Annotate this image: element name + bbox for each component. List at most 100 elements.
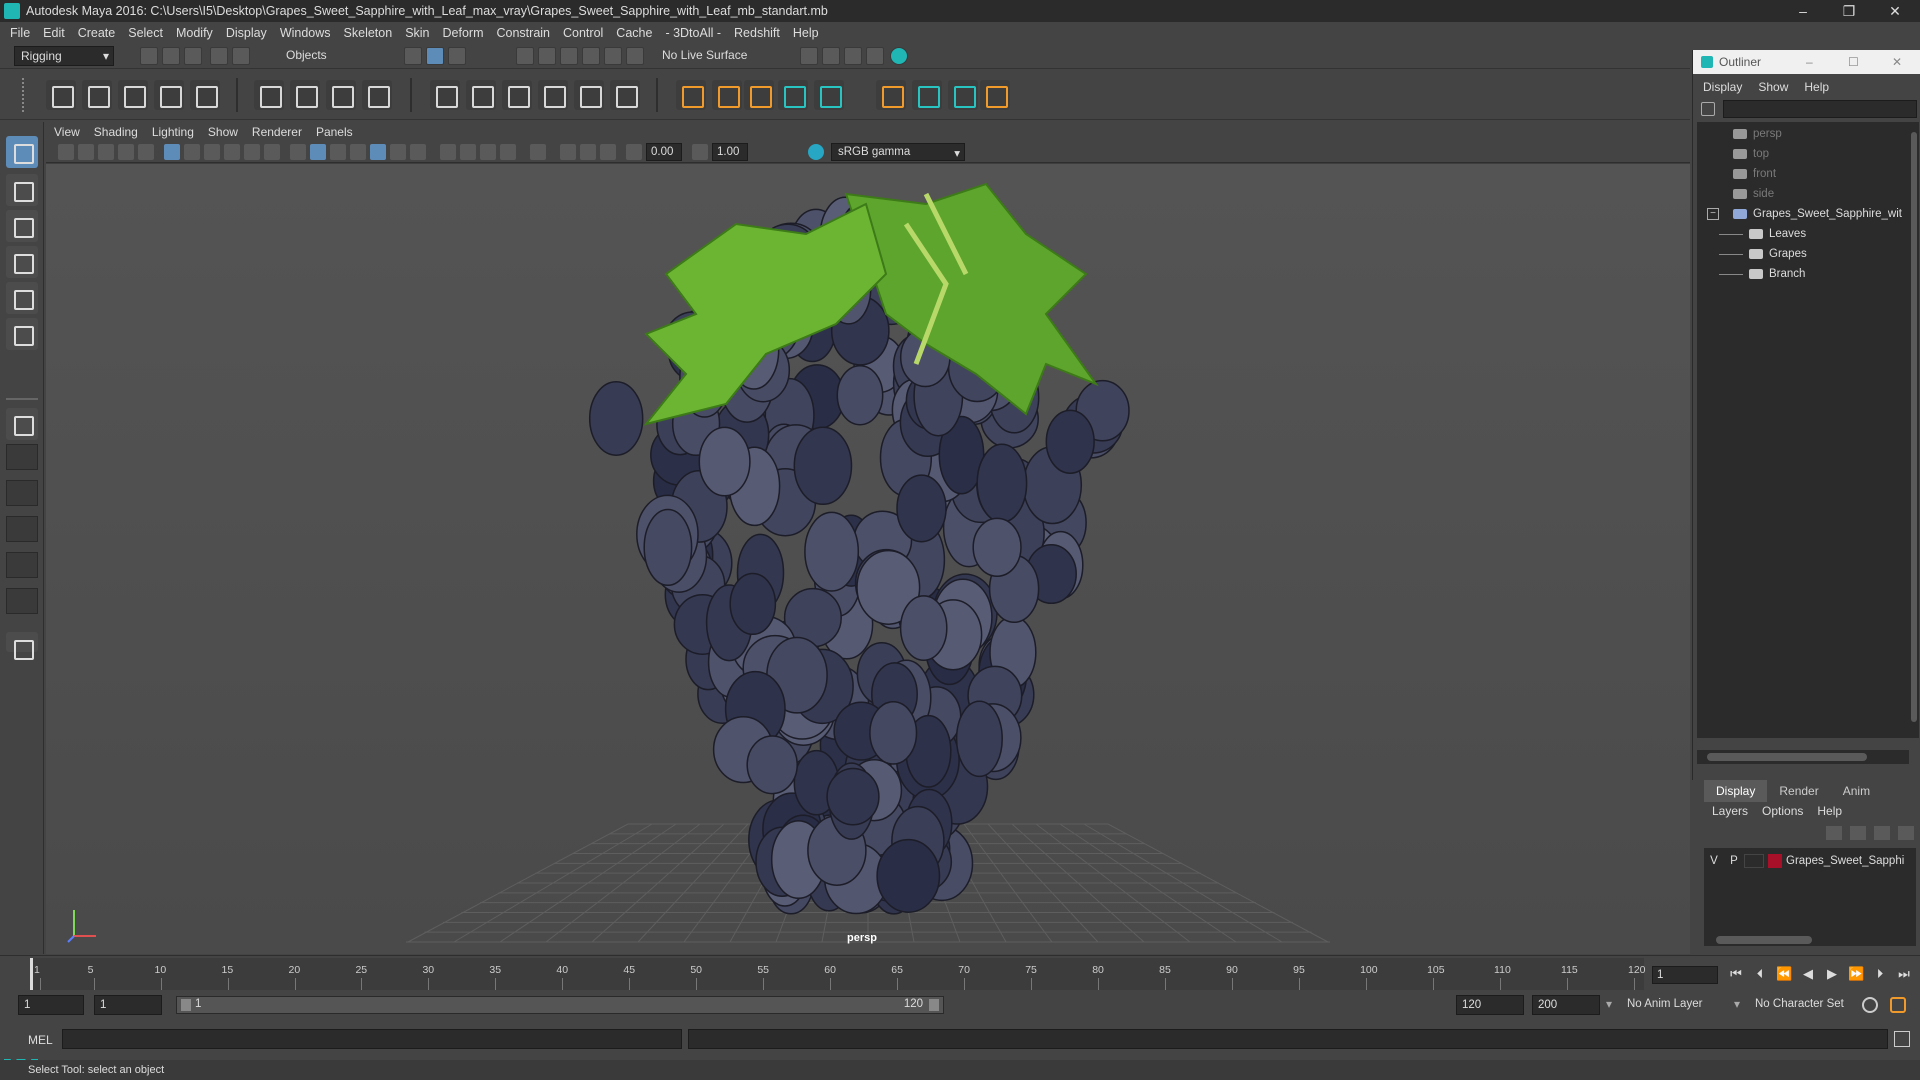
outliner-vscrollbar[interactable] [1909, 122, 1919, 738]
command-input[interactable] [62, 1029, 682, 1049]
select-component-icon[interactable] [448, 47, 466, 65]
menu-constrain[interactable]: Constrain [497, 26, 551, 40]
custom-layout-icon[interactable] [6, 588, 38, 614]
outliner-item[interactable]: front [1697, 164, 1909, 184]
range-start-handle[interactable] [181, 999, 191, 1011]
selection-mode-selector[interactable]: Objects [280, 46, 380, 66]
range-slider[interactable]: 1 120 [176, 996, 944, 1014]
play-backwards-icon[interactable]: ◀ [1800, 966, 1816, 982]
snap-point-icon[interactable] [560, 47, 578, 65]
snap-surface-icon[interactable] [604, 47, 622, 65]
maya-m-icon[interactable] [948, 80, 978, 110]
menu-windows[interactable]: Windows [280, 26, 331, 40]
range-end-handle[interactable] [929, 999, 939, 1011]
xray-joints-icon[interactable] [480, 144, 496, 160]
wireframe-on-shaded-icon[interactable] [330, 144, 346, 160]
playback-start-field[interactable]: 1 [94, 995, 162, 1015]
panel-menu-show[interactable]: Show [208, 125, 238, 139]
locator-icon[interactable] [676, 80, 706, 110]
start-time-field[interactable]: 1 [18, 995, 84, 1015]
snap-curve-icon[interactable] [538, 47, 556, 65]
lattice-icon[interactable] [326, 80, 356, 110]
orient-constraint-icon[interactable] [502, 80, 532, 110]
scroll-thumb[interactable] [1911, 132, 1917, 722]
maya-script-icon[interactable] [814, 80, 844, 110]
outliner-item[interactable]: top [1697, 144, 1909, 164]
outliner-menu-show[interactable]: Show [1758, 80, 1788, 94]
bind-skin-icon[interactable] [254, 80, 284, 110]
cluster-icon[interactable] [362, 80, 392, 110]
four-view-layout-icon[interactable] [6, 444, 38, 470]
panel-menu-panels[interactable]: Panels [316, 125, 353, 139]
xray-active-icon[interactable] [460, 144, 476, 160]
move-layer-up-icon[interactable] [1826, 826, 1842, 840]
hypershade-layout-icon[interactable] [6, 552, 38, 578]
color-management-icon[interactable] [808, 144, 824, 160]
control-curve-icon[interactable] [744, 80, 774, 110]
mirror-joint-icon[interactable] [154, 80, 184, 110]
xray-icon[interactable] [440, 144, 456, 160]
scroll-thumb[interactable] [1707, 753, 1867, 761]
snap-together-icon[interactable] [626, 47, 644, 65]
safe-action-icon[interactable] [264, 144, 280, 160]
redo-icon[interactable] [232, 47, 250, 65]
select-tool-icon[interactable] [6, 136, 38, 168]
expand-toggle-icon[interactable]: − [1707, 208, 1719, 220]
ik-handle-icon[interactable] [82, 80, 112, 110]
render-view-icon[interactable] [800, 47, 818, 65]
menu-file[interactable]: File [10, 26, 30, 40]
layer-display-type-toggle[interactable] [1744, 854, 1764, 868]
playback-end-field[interactable]: 120 [1456, 995, 1524, 1015]
menuset-selector[interactable]: Rigging ▾ [14, 46, 114, 66]
ik-fk-icon[interactable] [712, 80, 742, 110]
outliner-item[interactable]: Branch [1697, 264, 1909, 284]
outliner-close-button[interactable]: ✕ [1892, 55, 1902, 69]
render-current-icon[interactable] [822, 47, 840, 65]
layer-menu-help[interactable]: Help [1817, 804, 1842, 818]
joint-tool-icon[interactable] [46, 80, 76, 110]
lock-camera-icon[interactable] [78, 144, 94, 160]
outliner-item[interactable]: persp [1697, 124, 1909, 144]
scale-constraint-icon[interactable] [538, 80, 568, 110]
preferences-icon[interactable] [1890, 997, 1906, 1013]
snap-view-icon[interactable] [582, 47, 600, 65]
shelf-handle[interactable] [22, 78, 30, 112]
time-ruler[interactable]: 1 5 10 15 20 25 30 35 40 45 50 55 60 65 70 75 80 85 90 95 10… [30, 958, 1646, 990]
outliner-menu-help[interactable]: Help [1804, 80, 1829, 94]
anim-layer-selector[interactable]: No Anim Layer [1622, 995, 1742, 1015]
current-time-marker[interactable] [30, 958, 33, 990]
smooth-shade-icon[interactable] [310, 144, 326, 160]
backface-icon[interactable] [500, 144, 516, 160]
menu-control[interactable]: Control [563, 26, 603, 40]
menu-3dtoall[interactable]: - 3DtoAll - [665, 26, 721, 40]
layer-playback-toggle[interactable]: P [1724, 855, 1744, 867]
scale-tool-icon[interactable] [6, 318, 38, 350]
outliner-menu-display[interactable]: Display [1703, 80, 1742, 94]
lasso-tool-icon[interactable] [6, 174, 38, 206]
panel-menu-shading[interactable]: Shading [94, 125, 138, 139]
shadows-icon[interactable] [410, 144, 426, 160]
script-editor-icon[interactable] [1894, 1031, 1910, 1047]
end-time-field[interactable]: 200 [1532, 995, 1600, 1015]
menu-cache[interactable]: Cache [616, 26, 652, 40]
ik-spline-icon[interactable] [118, 80, 148, 110]
outliner-filter-icon[interactable] [1701, 102, 1715, 116]
layout-options-icon[interactable] [6, 632, 38, 660]
gamma-icon[interactable] [692, 144, 708, 160]
use-lights-icon[interactable] [390, 144, 406, 160]
default-lighting-icon[interactable] [350, 144, 366, 160]
outliner-search-input[interactable] [1723, 100, 1917, 118]
auto-key-icon[interactable] [1862, 997, 1878, 1013]
menu-select[interactable]: Select [128, 26, 163, 40]
exposure-icon[interactable] [626, 144, 642, 160]
select-camera-icon[interactable] [58, 144, 74, 160]
hypershade-icon[interactable] [890, 47, 908, 65]
menu-skeleton[interactable]: Skeleton [344, 26, 393, 40]
pole-vector-icon[interactable] [610, 80, 640, 110]
play-forwards-icon[interactable]: ▶ [1824, 966, 1840, 982]
gate-mask-icon[interactable] [224, 144, 240, 160]
menu-help[interactable]: Help [793, 26, 819, 40]
color-space-selector[interactable]: sRGB gamma ▾ [831, 143, 965, 161]
step-forward-key-icon[interactable]: ⏩ [1848, 966, 1864, 982]
layer-tab-render[interactable]: Render [1767, 780, 1830, 802]
